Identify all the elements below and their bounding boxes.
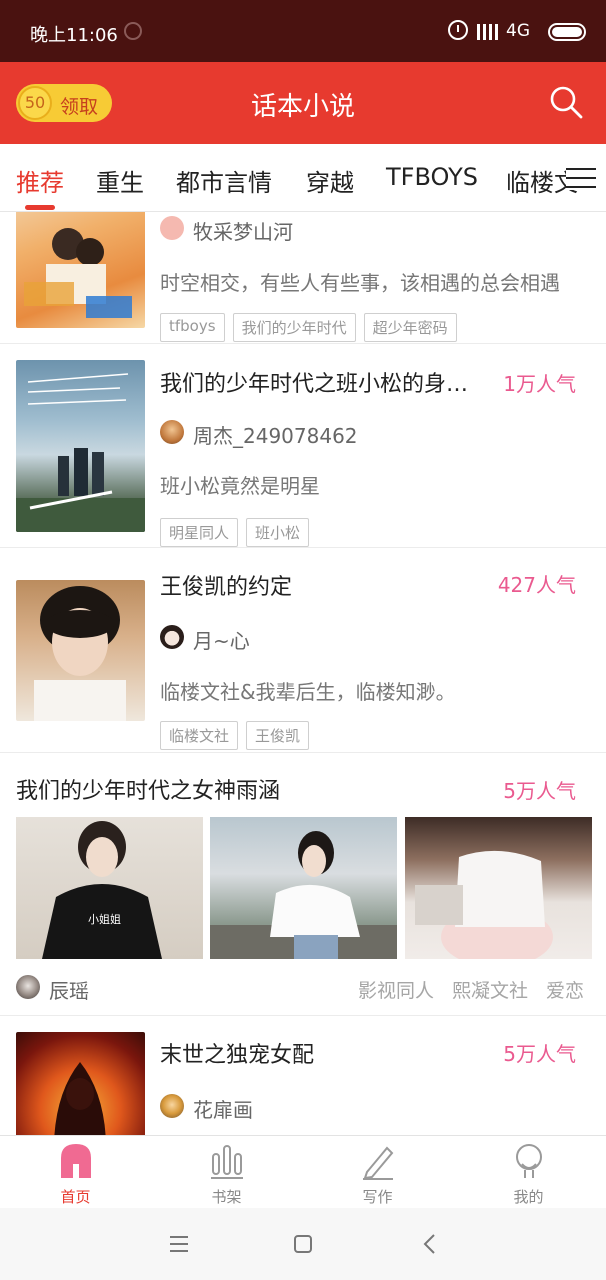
tab-urban-romance[interactable]: 都市言情 bbox=[176, 163, 272, 198]
network-type: 4G bbox=[506, 21, 530, 41]
system-navigation-bar bbox=[0, 1208, 606, 1280]
home-icon bbox=[61, 1144, 91, 1178]
book-cover bbox=[16, 580, 145, 721]
author-name: 牧采梦山河 bbox=[193, 220, 293, 244]
book-description: 时空相交，有些人有些事，该相遇的总会相遇 bbox=[160, 271, 560, 295]
book-title[interactable]: 我们的少年时代之班小松的身世之谜 bbox=[160, 366, 486, 398]
book-card[interactable]: 牧采梦山河 时空相交，有些人有些事，该相遇的总会相遇 tfboys 我们的少年时… bbox=[0, 212, 606, 344]
nav-bookshelf[interactable]: 书架 bbox=[151, 1136, 302, 1209]
tag[interactable]: 影视同人 bbox=[358, 976, 434, 1003]
status-time: 晚上11:06 bbox=[30, 25, 118, 46]
home-square-icon[interactable] bbox=[292, 1233, 314, 1255]
tag[interactable]: 班小松 bbox=[246, 518, 310, 547]
author-name: 花扉画 bbox=[193, 1098, 253, 1122]
nav-label: 书架 bbox=[211, 1188, 242, 1206]
back-icon[interactable] bbox=[422, 1233, 438, 1255]
menu-icon[interactable] bbox=[168, 1234, 190, 1254]
signal-icon bbox=[477, 24, 499, 40]
bottom-navigation: 首页 书架 写作 我的 bbox=[0, 1135, 606, 1208]
book-cover bbox=[16, 212, 145, 328]
book-card[interactable]: 末世之独宠女配 5万人气 花扉画 bbox=[0, 1016, 606, 1136]
tab-indicator bbox=[25, 205, 55, 210]
book-title[interactable]: 王俊凯的约定 bbox=[160, 569, 480, 601]
book-title[interactable]: 我们的少年时代之女神雨涵 bbox=[16, 773, 280, 805]
author-name: 周杰_249078462 bbox=[193, 424, 358, 448]
tag[interactable]: 超少年密码 bbox=[363, 313, 457, 342]
app-header: 50 领取 话本小说 bbox=[0, 62, 606, 144]
book-card[interactable]: 我们的少年时代之班小松的身世之谜 1万人气 周杰_249078462 班小松竟然… bbox=[0, 344, 606, 548]
popularity: 5万人气 bbox=[503, 1042, 576, 1066]
book-title[interactable]: 末世之独宠女配 bbox=[160, 1037, 480, 1069]
menu-icon[interactable] bbox=[566, 168, 596, 190]
tag-list: 临楼文社 王俊凯 bbox=[160, 721, 310, 750]
author-name: 月~心 bbox=[193, 629, 250, 653]
featured-book-card[interactable]: 我们的少年时代之女神雨涵 5万人气 小姐姐 辰瑶 影视同人 熙凝文社 爱恋 bbox=[0, 753, 606, 1016]
book-cover bbox=[16, 360, 145, 532]
nav-profile[interactable]: 我的 bbox=[453, 1136, 604, 1209]
shirt-text: 小姐姐 bbox=[88, 912, 121, 926]
tag[interactable]: 明星同人 bbox=[160, 518, 239, 547]
tag-list: tfboys 我们的少年时代 超少年密码 bbox=[160, 313, 457, 342]
tag-list: 明星同人 班小松 bbox=[160, 518, 310, 547]
app-title: 话本小说 bbox=[250, 92, 355, 122]
tag[interactable]: tfboys bbox=[160, 313, 225, 342]
nav-home[interactable]: 首页 bbox=[0, 1136, 151, 1209]
category-tabs: 推荐 重生 都市言情 穿越 TFBOYS 临楼文 bbox=[0, 144, 606, 212]
tag[interactable]: 王俊凯 bbox=[246, 721, 310, 750]
avatar bbox=[160, 216, 184, 240]
avatar bbox=[160, 1094, 184, 1118]
status-bar: 晚上11:06 4G bbox=[0, 0, 606, 62]
tag-list: 影视同人 熙凝文社 爱恋 bbox=[358, 976, 584, 1003]
tag[interactable]: 我们的少年时代 bbox=[232, 313, 356, 342]
nav-label: 写作 bbox=[362, 1188, 393, 1206]
tag[interactable]: 临楼文社 bbox=[160, 721, 239, 750]
battery-icon bbox=[548, 23, 586, 41]
nav-write[interactable]: 写作 bbox=[302, 1136, 453, 1209]
feature-photo[interactable]: 小姐姐 bbox=[16, 817, 203, 959]
popularity: 5万人气 bbox=[503, 779, 576, 803]
tab-tfboys[interactable]: TFBOYS bbox=[386, 163, 478, 191]
bookshelf-icon bbox=[211, 1145, 243, 1179]
popularity: 427人气 bbox=[497, 573, 576, 597]
author-name: 辰瑶 bbox=[49, 979, 89, 1003]
avatar bbox=[16, 975, 40, 999]
book-feed[interactable]: 牧采梦山河 时空相交，有些人有些事，该相遇的总会相遇 tfboys 我们的少年时… bbox=[0, 212, 606, 1136]
popularity: 1万人气 bbox=[503, 372, 576, 396]
search-icon[interactable] bbox=[548, 84, 584, 120]
book-card[interactable]: 王俊凯的约定 427人气 月~心 临楼文社&我辈后生，临楼知渺。 临楼文社 王俊… bbox=[0, 548, 606, 753]
sync-icon bbox=[124, 22, 142, 40]
nav-label: 首页 bbox=[60, 1188, 91, 1206]
tab-recommended[interactable]: 推荐 bbox=[16, 163, 64, 198]
book-description: 临楼文社&我辈后生，临楼知渺。 bbox=[160, 680, 456, 704]
tag[interactable]: 熙凝文社 bbox=[452, 976, 528, 1003]
feature-photo[interactable] bbox=[210, 817, 397, 959]
avatar bbox=[160, 420, 184, 444]
book-description: 班小松竟然是明星 bbox=[160, 474, 320, 498]
nav-label: 我的 bbox=[513, 1188, 544, 1206]
tag[interactable]: 爱恋 bbox=[546, 976, 584, 1003]
book-cover bbox=[16, 1032, 145, 1136]
tab-rebirth[interactable]: 重生 bbox=[96, 163, 144, 198]
avatar bbox=[160, 625, 184, 649]
pencil-icon bbox=[363, 1146, 394, 1180]
alarm-icon bbox=[448, 20, 468, 40]
feature-photo[interactable] bbox=[405, 817, 592, 959]
tab-time-travel[interactable]: 穿越 bbox=[306, 163, 354, 198]
profile-icon bbox=[516, 1144, 542, 1178]
